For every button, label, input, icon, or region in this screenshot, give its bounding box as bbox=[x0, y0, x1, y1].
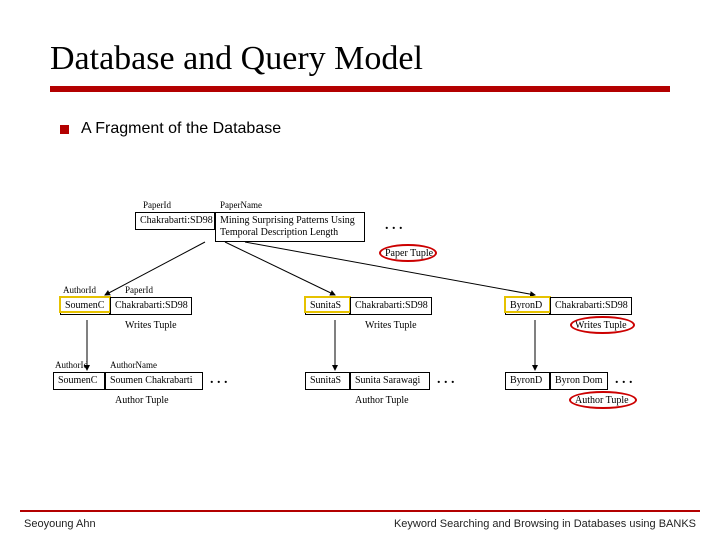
writes-paperid-header: PaperId bbox=[125, 285, 153, 295]
highlight bbox=[59, 296, 111, 313]
ellipsis: . . . bbox=[385, 218, 403, 234]
writes-paperid: Chakrabarti:SD98 bbox=[110, 297, 192, 315]
slide-title: Database and Query Model bbox=[50, 40, 670, 78]
diagram: PaperId PaperName Chakrabarti:SD98 Minin… bbox=[45, 210, 675, 440]
paper-id-cell: Chakrabarti:SD98 bbox=[135, 212, 215, 230]
author-id: SoumenC bbox=[53, 372, 105, 390]
author-id-header: AuthorId bbox=[55, 360, 88, 370]
writes-label: Writes Tuple bbox=[125, 320, 177, 331]
bullet-item: A Fragment of the Database bbox=[60, 120, 670, 138]
ellipsis: . . . bbox=[615, 372, 633, 388]
writes-paperid: Chakrabarti:SD98 bbox=[550, 297, 632, 315]
paper-id-header: PaperId bbox=[143, 200, 171, 210]
author-label: Author Tuple bbox=[355, 395, 409, 406]
paper-name-header: PaperName bbox=[220, 200, 262, 210]
author-name-header: AuthorName bbox=[110, 360, 157, 370]
bullet-text: A Fragment of the Database bbox=[81, 120, 281, 138]
ellipsis: . . . bbox=[210, 372, 228, 388]
red-oval bbox=[569, 391, 637, 409]
red-oval bbox=[379, 244, 437, 262]
author-name: Sunita Sarawagi bbox=[350, 372, 430, 390]
red-oval bbox=[570, 316, 635, 334]
highlight bbox=[304, 296, 351, 313]
footer: Seoyoung Ahn Keyword Searching and Brows… bbox=[0, 510, 720, 530]
bullet-icon bbox=[60, 125, 69, 134]
author-name: Soumen Chakrabarti bbox=[105, 372, 203, 390]
writes-authorid-header: AuthorId bbox=[63, 285, 96, 295]
footer-author: Seoyoung Ahn bbox=[24, 518, 96, 530]
writes-paperid: Chakrabarti:SD98 bbox=[350, 297, 432, 315]
footer-rule bbox=[20, 510, 700, 512]
footer-title: Keyword Searching and Browsing in Databa… bbox=[394, 518, 696, 530]
highlight bbox=[504, 296, 551, 313]
writes-label: Writes Tuple bbox=[365, 320, 417, 331]
ellipsis: . . . bbox=[437, 372, 455, 388]
author-id: ByronD bbox=[505, 372, 550, 390]
author-id: SunitaS bbox=[305, 372, 350, 390]
paper-name-cell: Mining Surprising Patterns Using Tempora… bbox=[215, 212, 365, 242]
author-name: Byron Dom bbox=[550, 372, 608, 390]
author-label: Author Tuple bbox=[115, 395, 169, 406]
title-rule bbox=[50, 86, 670, 92]
